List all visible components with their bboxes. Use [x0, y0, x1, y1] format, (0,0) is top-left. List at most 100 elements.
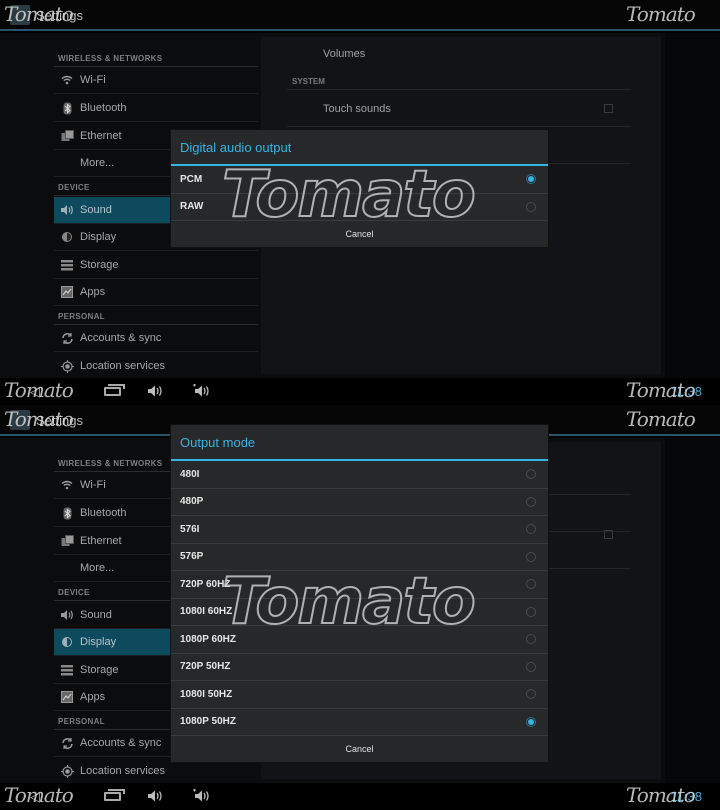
output-mode-dialog: Output mode 480I 480P 576I 576P 720P 60HZ 108…	[171, 425, 548, 762]
radio-button[interactable]	[526, 201, 536, 212]
option-label: PCM	[180, 173, 203, 185]
sidebar-item-label: Wi-Fi	[80, 479, 106, 491]
volume-down-icon[interactable]	[147, 384, 165, 401]
radio-button-selected[interactable]	[526, 716, 536, 727]
sidebar-item-accounts-sync[interactable]: Accounts & sync	[54, 325, 258, 352]
sidebar-item-label: Display	[80, 231, 117, 243]
sidebar-item-location[interactable]: Location services	[54, 353, 258, 380]
cancel-button[interactable]: Cancel	[171, 221, 548, 247]
option-label: 720P 60HZ	[180, 578, 231, 590]
cancel-button[interactable]: Cancel	[171, 736, 548, 762]
volume-up-icon[interactable]	[192, 788, 212, 806]
option-output-mode[interactable]: 480I	[171, 461, 548, 489]
option-label: RAW	[180, 201, 204, 213]
system-navigation-bar: ◁ 11:38	[0, 783, 720, 810]
volume-down-icon[interactable]	[147, 789, 165, 806]
option-label: 720P 50HZ	[180, 661, 231, 673]
bluetooth-icon	[60, 506, 74, 520]
touch-sounds-checkbox[interactable]	[604, 104, 613, 113]
sidebar-item-label: Ethernet	[80, 130, 122, 142]
touch-sounds-setting[interactable]: Touch sounds	[323, 103, 391, 115]
apps-icon	[60, 690, 74, 704]
section-header-system: SYSTEM	[292, 77, 325, 86]
section-header-device: DEVICE	[58, 183, 90, 192]
sound-icon	[60, 608, 74, 622]
sidebar-item-label: Ethernet	[80, 535, 122, 547]
radio-button[interactable]	[526, 634, 536, 645]
option-raw[interactable]: RAW	[171, 194, 548, 221]
sidebar-item-label: More...	[80, 157, 115, 169]
divider	[287, 126, 631, 127]
option-label: 1080I 50HZ	[180, 688, 233, 700]
storage-icon	[60, 663, 74, 677]
dialog-title: Output mode	[171, 425, 548, 461]
screenshot-sound-settings: Settings WIRELESS & NETWORKS Wi-Fi Bluet…	[0, 0, 720, 405]
divider	[287, 89, 631, 90]
volumes-setting[interactable]: Volumes	[323, 48, 365, 60]
recent-apps-icon[interactable]	[104, 789, 125, 801]
wifi-icon	[60, 73, 74, 87]
dialog-title: Digital audio output	[171, 130, 548, 166]
radio-button[interactable]	[526, 606, 536, 617]
sidebar-item-location[interactable]: Location services	[54, 758, 258, 785]
sidebar-item-label: Storage	[80, 664, 119, 676]
watermark: Tomato	[626, 783, 696, 807]
option-output-mode[interactable]: 576P	[171, 544, 548, 571]
option-label: 480P	[180, 496, 204, 508]
option-output-mode[interactable]: 720P 50HZ	[171, 654, 548, 681]
option-pcm[interactable]: PCM	[171, 166, 548, 194]
section-header-wireless: WIRELESS & NETWORKS	[58, 459, 163, 468]
volume-up-icon[interactable]	[192, 383, 212, 401]
watermark: Tomato	[4, 783, 74, 807]
sidebar-item-label: Sound	[80, 609, 112, 621]
sidebar-item-label: Bluetooth	[80, 507, 127, 519]
sidebar-item-label: Accounts & sync	[80, 332, 162, 344]
option-label: 1080P 50HZ	[180, 716, 236, 728]
section-header-device: DEVICE	[58, 588, 90, 597]
sync-icon	[60, 736, 74, 750]
digital-audio-output-dialog: Digital audio output PCM RAW Cancel	[171, 130, 548, 247]
radio-button[interactable]	[526, 689, 536, 700]
storage-icon	[60, 258, 74, 272]
option-output-mode[interactable]: 720P 60HZ	[171, 571, 548, 599]
sidebar-item-wifi[interactable]: Wi-Fi	[54, 67, 258, 94]
option-output-mode[interactable]: 1080P 50HZ	[171, 709, 548, 736]
option-output-mode[interactable]: 1080I 50HZ	[171, 681, 548, 709]
sidebar-item-apps[interactable]: Apps	[54, 279, 258, 306]
sidebar-item-label: Apps	[80, 691, 106, 703]
sidebar-item-label: More...	[80, 562, 115, 574]
sidebar-item-label: Apps	[80, 286, 106, 298]
watermark: Tomato	[4, 407, 74, 431]
sync-icon	[60, 331, 74, 345]
option-output-mode[interactable]: 480P	[171, 489, 548, 516]
display-icon	[60, 635, 74, 649]
section-header-personal: PERSONAL	[58, 717, 105, 726]
screenshot-display-settings: Settings WIRELESS & NETWORKS Wi-Fi Bluet…	[0, 405, 720, 810]
option-output-mode[interactable]: 1080I 60HZ	[171, 599, 548, 626]
sidebar-item-bluetooth[interactable]: Bluetooth	[54, 95, 258, 122]
watermark: Tomato	[626, 378, 696, 402]
location-icon	[60, 359, 74, 373]
sound-icon	[60, 203, 74, 217]
radio-button[interactable]	[526, 551, 536, 562]
radio-button[interactable]	[526, 496, 536, 507]
system-navigation-bar: ◁ 11:38	[0, 378, 720, 405]
radio-button[interactable]	[526, 579, 536, 590]
ethernet-icon	[60, 534, 74, 548]
sidebar-item-storage[interactable]: Storage	[54, 252, 258, 279]
display-icon	[60, 230, 74, 244]
radio-button-selected[interactable]	[526, 174, 536, 185]
bluetooth-icon	[60, 101, 74, 115]
radio-button[interactable]	[526, 661, 536, 672]
option-output-mode[interactable]: 1080P 60HZ	[171, 626, 548, 654]
background-panel	[665, 438, 720, 783]
option-label: 480I	[180, 468, 200, 480]
sidebar-item-label: Wi-Fi	[80, 74, 106, 86]
option-output-mode[interactable]: 576I	[171, 516, 548, 544]
radio-button[interactable]	[526, 469, 536, 480]
recent-apps-icon[interactable]	[104, 384, 125, 396]
radio-button[interactable]	[526, 524, 536, 535]
watermark: Tomato	[4, 2, 74, 26]
option-label: 1080P 60HZ	[180, 633, 236, 645]
watermark: Tomato	[4, 378, 74, 402]
